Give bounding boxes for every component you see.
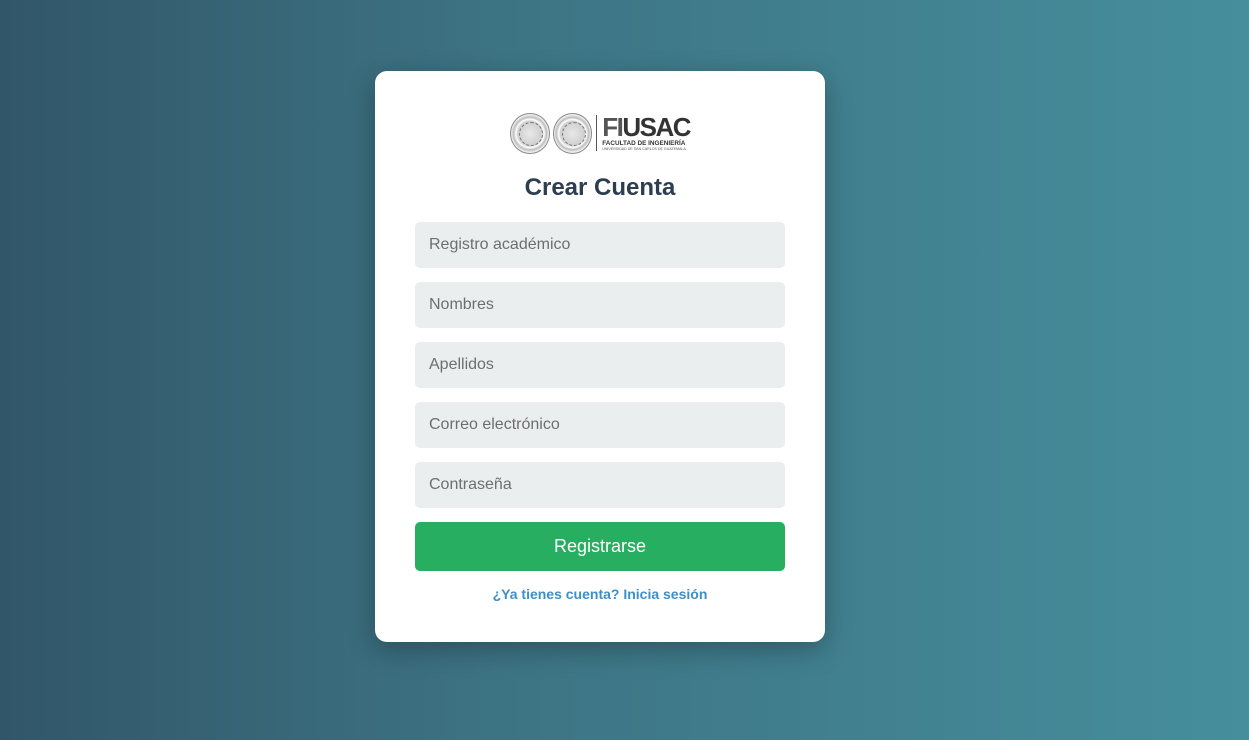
logo-subtitle-2: UNIVERSIDAD DE SAN CARLOS DE GUATEMALA [602, 147, 686, 152]
logo-brand: FIUSAC [602, 112, 691, 142]
logo-brand-prefix: FI [602, 112, 624, 142]
password-input[interactable] [415, 462, 785, 508]
logo-divider [596, 115, 598, 151]
engineering-seal-icon [552, 112, 593, 154]
logo-brand-suffix: USAC [622, 112, 691, 142]
registro-academico-input[interactable] [415, 222, 785, 268]
nombres-input[interactable] [415, 282, 785, 328]
login-link[interactable]: ¿Ya tienes cuenta? Inicia sesión [375, 586, 825, 602]
fiusac-logo: FIUSAC FACULTAD DE INGENIERÍA UNIVERSIDA… [510, 111, 691, 155]
usac-seal-icon [510, 112, 550, 154]
logo-text: FIUSAC FACULTAD DE INGENIERÍA UNIVERSIDA… [602, 112, 691, 152]
page-title: Crear Cuenta [524, 174, 676, 201]
register-button[interactable]: Registrarse [415, 522, 785, 571]
email-input[interactable] [415, 402, 785, 448]
apellidos-input[interactable] [415, 342, 785, 388]
register-card: FIUSAC FACULTAD DE INGENIERÍA UNIVERSIDA… [375, 71, 825, 642]
